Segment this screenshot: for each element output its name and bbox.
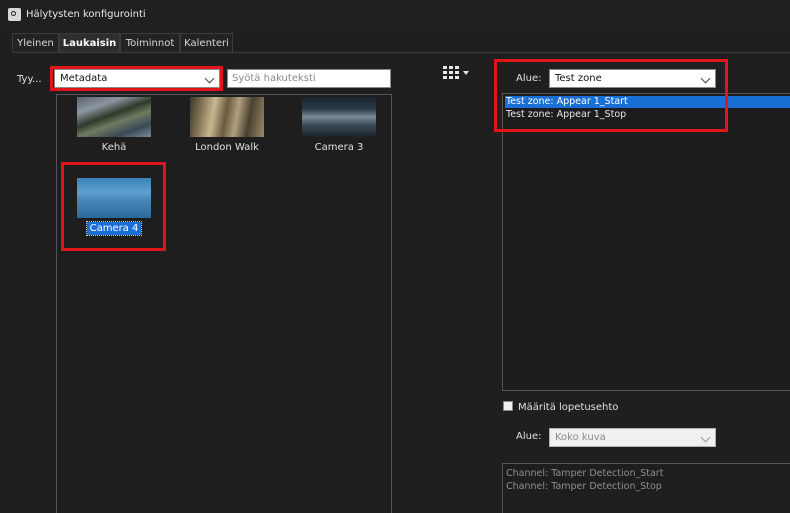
camera-thumbnail	[302, 97, 376, 137]
camera-name: Camera 3	[314, 142, 364, 153]
list-item-channel-stop[interactable]: Channel: Tamper Detection_Stop	[506, 481, 662, 492]
alarm-config-icon	[8, 8, 21, 21]
highlight-zone-area	[494, 59, 728, 132]
search-input[interactable]: Syötä hakuteksti	[227, 69, 391, 88]
highlight-camera-4	[61, 162, 166, 251]
camera-thumbnail	[77, 97, 151, 137]
window-title: Hälytysten konfigurointi	[26, 9, 146, 20]
stop-area-label: Alue:	[516, 431, 542, 442]
tab-toiminnot[interactable]: Toiminnot	[120, 33, 180, 52]
title-bar: Hälytysten konfigurointi	[0, 0, 790, 30]
channel-event-list: Channel: Tamper Detection_Start Channel:…	[502, 463, 790, 513]
zone-event-list: Test zone: Appear 1_Start Test zone: App…	[502, 93, 790, 391]
camera-name: London Walk	[195, 142, 259, 153]
tab-kalenteri[interactable]: Kalenteri	[180, 33, 233, 52]
stop-condition-label: Määritä lopetusehto	[518, 402, 619, 413]
tab-laukaisin[interactable]: Laukaisin	[59, 33, 120, 52]
camera-name: Kehä	[101, 142, 127, 153]
tab-yleinen[interactable]: Yleinen	[12, 33, 59, 52]
stop-area-select[interactable]: Koko kuva	[549, 428, 716, 447]
grid-view-icon[interactable]	[443, 66, 459, 80]
stop-area-select-value: Koko kuva	[555, 432, 606, 443]
type-label: Tyy...	[17, 74, 42, 85]
view-dropdown-icon[interactable]	[463, 71, 469, 75]
camera-list: Kehä London Walk Camera 3 Camera 4	[56, 94, 392, 513]
highlight-type-select	[50, 66, 223, 91]
list-item-channel-start[interactable]: Channel: Tamper Detection_Start	[506, 468, 663, 479]
chevron-down-icon	[700, 432, 711, 443]
stop-condition-checkbox[interactable]	[503, 401, 513, 411]
tab-divider	[12, 52, 790, 53]
camera-thumbnail	[190, 97, 264, 137]
